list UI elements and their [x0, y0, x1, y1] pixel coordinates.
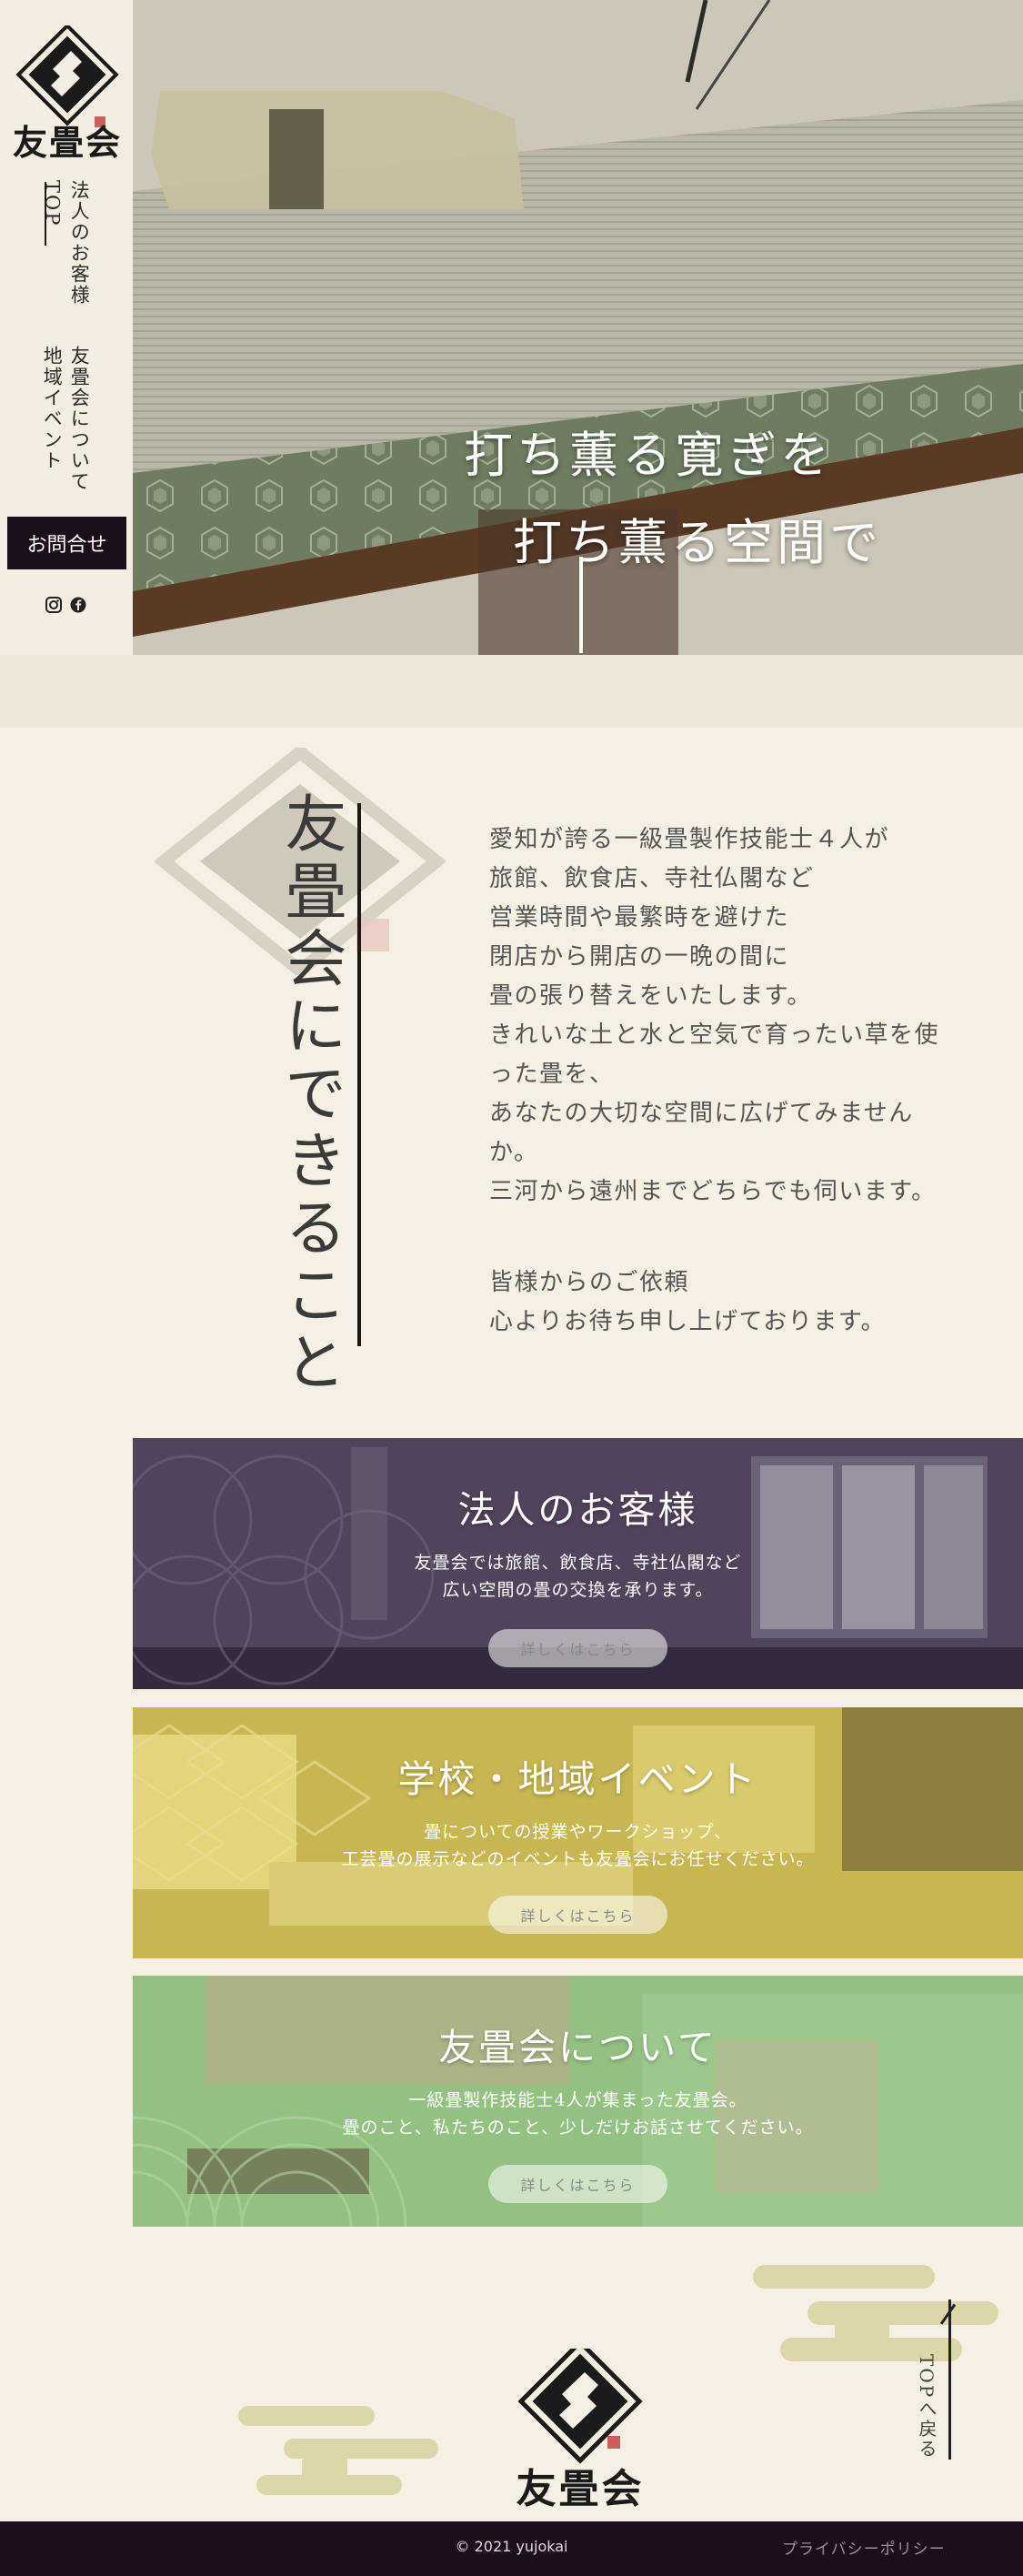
- nav-school-events[interactable]: 地域イベント: [40, 346, 64, 471]
- nav-active-indicator: [45, 182, 46, 246]
- card-description: 友畳会では旅館、飲食店、寺社仏閣など: [414, 1553, 742, 1573]
- intro-line: 心よりお待ち申し上げております。: [489, 1308, 887, 1335]
- cloud-decoration: [238, 2406, 438, 2495]
- intro-line: 畳の張り替えをいたします。: [489, 982, 812, 1010]
- card-about[interactable]: 友畳会について 一級畳製作技能士4人が集まった友畳会。 畳のこと、私たちのこと、…: [133, 1976, 1023, 2227]
- to-top-label[interactable]: TOPへ戻る: [914, 2354, 940, 2459]
- hero-headline-2: 打ち薫る空間で: [513, 514, 882, 571]
- nav-top[interactable]: TOP: [40, 180, 64, 226]
- card-description: 工芸畳の展示などのイベントも友畳会にお任せください。: [341, 1849, 815, 1869]
- intro-line: 愛知が誇る一級畳製作技能士４人が: [489, 826, 890, 853]
- facebook-icon[interactable]: [70, 597, 86, 613]
- card-details-button[interactable]: 詳しくはこちら: [488, 1629, 667, 1667]
- card-business[interactable]: 法人のお客様 友畳会では旅館、飲食店、寺社仏閣など 広い空間の畳の交換を承ります…: [133, 1438, 1023, 1689]
- card-title: 友畳会について: [438, 2026, 717, 2069]
- card-details-button[interactable]: 詳しくはこちら: [488, 1896, 667, 1934]
- hero-headline-1: 打ち薫る寛ぎを: [464, 427, 833, 484]
- logo-text: 友畳会: [12, 122, 122, 163]
- intro-line: あなたの大切な空間に広げてみません: [489, 1100, 914, 1127]
- intro-title: 友畳会にできること: [274, 791, 346, 1397]
- card-description: 畳についての授業やワークショップ、: [424, 1822, 732, 1842]
- site-logo[interactable]: 友畳会: [7, 23, 127, 163]
- footer-logo-text: 友畳会: [516, 2466, 645, 2512]
- intro-line: か。: [489, 1139, 539, 1166]
- instagram-icon[interactable]: [45, 597, 62, 613]
- intro-line: った畳を、: [489, 1061, 615, 1088]
- card-school-events[interactable]: 学校・地域イベント 畳についての授業やワークショップ、 工芸畳の展示などのイベン…: [133, 1707, 1023, 1958]
- card-details-button[interactable]: 詳しくはこちら: [488, 2165, 667, 2203]
- card-description: 一級畳製作技能士4人が集まった友畳会。: [408, 2090, 747, 2110]
- intro-band: [0, 655, 1023, 728]
- contact-button[interactable]: お問合せ: [7, 517, 126, 569]
- intro-line: 三河から遠州までどちらでも伺います。: [489, 1178, 937, 1205]
- card-description: 畳のこと、私たちのこと、少しだけお話させてください。: [342, 2118, 814, 2138]
- hero-image: 打ち薫る寛ぎを 打ち薫る空間で: [133, 0, 1023, 655]
- card-title: 法人のお客様: [457, 1488, 698, 1532]
- intro-line: 営業時間や最繁時を避けた: [489, 904, 790, 931]
- card-description: 広い空間の畳の交換を承ります。: [442, 1580, 714, 1600]
- intro-title-bar: [357, 803, 361, 1346]
- cloud-decoration: [753, 2265, 998, 2361]
- card-title: 学校・地域イベント: [397, 1757, 758, 1801]
- intro-line: きれいな土と水と空気で育ったい草を使: [489, 1021, 940, 1049]
- intro-line: 皆様からのご依頼: [489, 1269, 690, 1296]
- privacy-policy-link[interactable]: プライバシーポリシー: [782, 2536, 946, 2559]
- nav-business[interactable]: 法人のお客様: [67, 180, 91, 306]
- footer-logo[interactable]: 友畳会: [498, 2339, 662, 2512]
- intro-line: 旅館、飲食店、寺社仏閣など: [489, 865, 815, 892]
- nav-about[interactable]: 友畳会について: [67, 346, 91, 492]
- to-top-line: [948, 2299, 951, 2460]
- sidebar: 友畳会 TOP 法人のお客様 地域イベント 友畳会について お問合せ: [0, 0, 133, 655]
- hero-divider: [579, 557, 583, 653]
- intro-line: 閉店から開店の一晩の間に: [489, 943, 790, 971]
